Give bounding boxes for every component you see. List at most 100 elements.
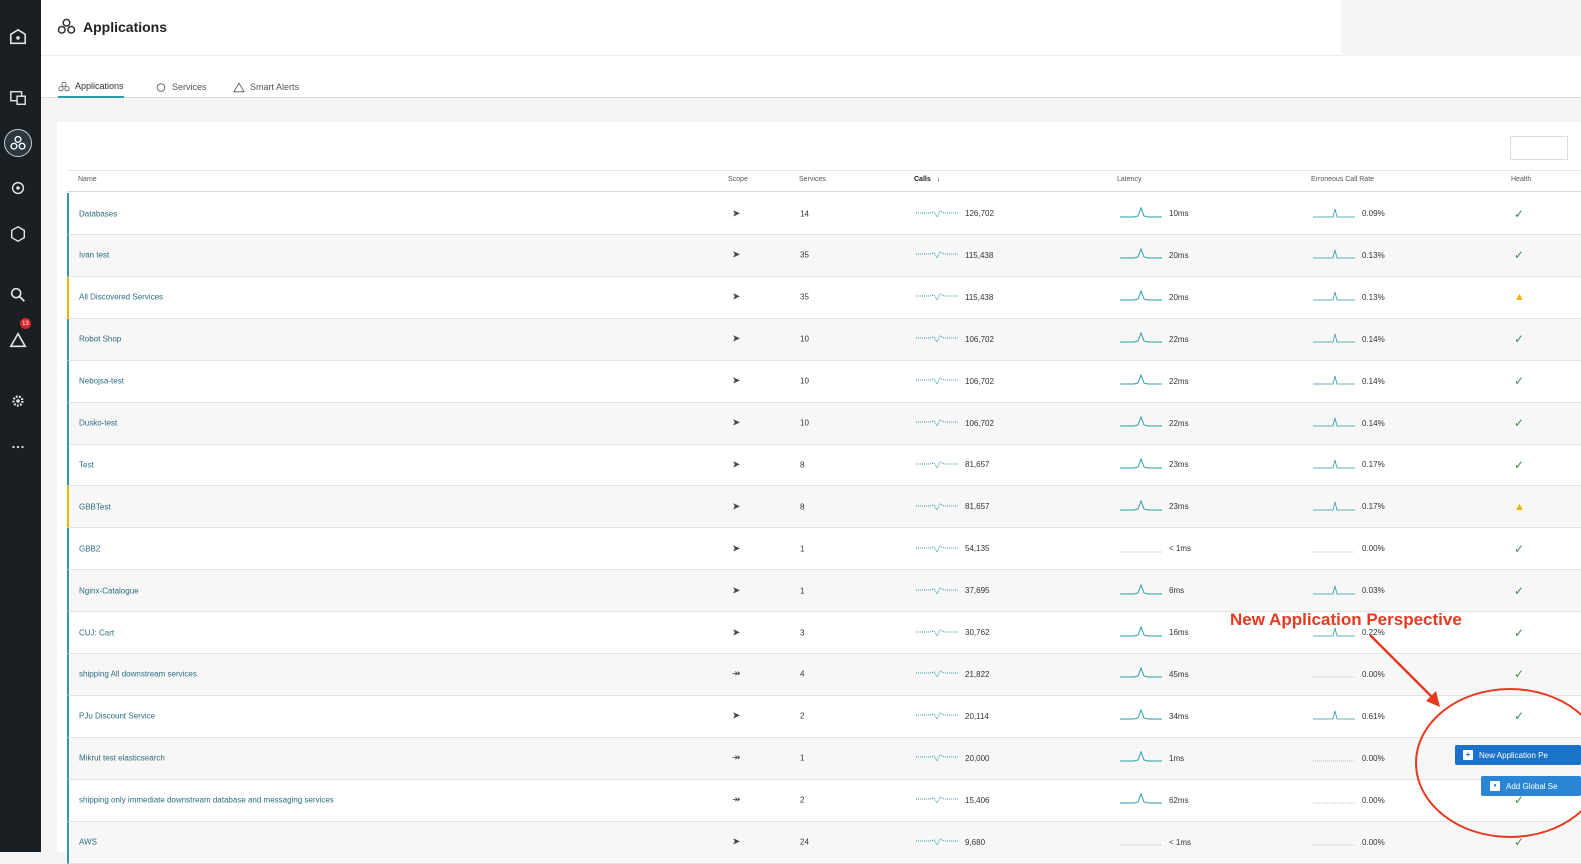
table-row[interactable]: GBB2 ➤ 1 54,135 < 1ms 0.00% ✓ xyxy=(67,528,1581,571)
row-calls: 20,114 xyxy=(916,709,989,723)
table-row[interactable]: Mikrut test elasticsearch ↠ 1 20,000 1ms 0.00… xyxy=(67,737,1581,780)
table-row[interactable]: Test ➤ 8 81,657 23ms 0.17% ✓ xyxy=(67,444,1581,487)
table-row[interactable]: Nebojsa-test ➤ 10 106,702 22ms 0.14% ✓ xyxy=(67,360,1581,403)
error-value: 0.14% xyxy=(1362,334,1385,344)
row-error-rate: 0.14% xyxy=(1313,374,1385,388)
table-row[interactable]: Ivan test ➤ 35 115,438 20ms 0.13% ✓ xyxy=(67,234,1581,277)
tab-applications[interactable]: Applications xyxy=(58,76,124,98)
row-name-link[interactable]: CUJ: Cart xyxy=(79,628,114,637)
col-services[interactable]: Services xyxy=(799,176,826,183)
tab-smart-alerts[interactable]: Smart Alerts xyxy=(233,76,299,98)
table-row[interactable]: GBBTest ➤ 8 81,657 23ms 0.17% ▲ xyxy=(67,486,1581,529)
col-health[interactable]: Health xyxy=(1511,176,1531,183)
error-value: 0.61% xyxy=(1362,711,1385,721)
new-application-perspective-button[interactable]: + New Application Pe xyxy=(1455,745,1581,765)
col-erroneous[interactable]: Erroneous Call Rate xyxy=(1311,176,1374,183)
scope-upstream-icon: ➤ xyxy=(732,710,741,722)
row-calls: 115,438 xyxy=(916,248,993,262)
events-icon[interactable] xyxy=(8,330,28,350)
error-value: 0.00% xyxy=(1362,544,1385,554)
row-name-link[interactable]: Mikrut test elasticsearch xyxy=(79,754,165,763)
row-services: 1 xyxy=(800,753,805,763)
infrastructure-icon[interactable] xyxy=(8,88,28,108)
row-name-link[interactable]: All Discovered Services xyxy=(79,293,163,302)
col-calls[interactable]: Calls ↓ xyxy=(914,176,940,183)
calls-sparkline xyxy=(916,458,958,472)
row-name-link[interactable]: Dusko-test xyxy=(79,419,117,428)
error-sparkline xyxy=(1313,793,1355,807)
add-global-service-button[interactable]: • Add Global Se xyxy=(1481,776,1581,796)
more-icon[interactable] xyxy=(8,437,28,457)
latency-sparkline xyxy=(1120,835,1162,849)
latency-sparkline xyxy=(1120,583,1162,598)
filter-box[interactable] xyxy=(1510,136,1568,160)
latency-value: 20ms xyxy=(1169,250,1189,260)
calls-value: 30,762 xyxy=(965,628,990,637)
row-services: 14 xyxy=(800,209,809,218)
col-latency[interactable]: Latency xyxy=(1117,176,1142,183)
analytics-icon[interactable] xyxy=(8,285,28,305)
row-services: 2 xyxy=(800,795,805,805)
error-value: 0.00% xyxy=(1362,837,1385,847)
scope-downstream-icon: ↠ xyxy=(732,752,741,764)
row-name-link[interactable]: Ivan test xyxy=(79,251,109,260)
row-name-link[interactable]: Nginx-Catalogue xyxy=(79,586,139,595)
row-services: 1 xyxy=(800,544,805,554)
row-name-link[interactable]: Test xyxy=(79,460,94,469)
latency-value: 23ms xyxy=(1169,460,1189,470)
col-name[interactable]: Name xyxy=(78,176,97,183)
applications-icon[interactable] xyxy=(4,129,32,157)
platforms-icon[interactable] xyxy=(8,178,28,198)
row-name-link[interactable]: Databases xyxy=(79,209,117,218)
row-name-link[interactable]: shipping All downstream services xyxy=(79,670,197,679)
calls-value: 9,680 xyxy=(965,837,986,847)
table-row[interactable]: Dusko-test ➤ 10 106,702 22ms 0.14% ✓ xyxy=(67,402,1581,445)
row-error-rate: 0.00% xyxy=(1313,751,1385,765)
tab-bar: Applications Services Smart Alerts xyxy=(41,56,1581,98)
checkmark-icon: ✓ xyxy=(1514,457,1525,472)
latency-sparkline xyxy=(1120,792,1162,807)
calls-value: 81,657 xyxy=(965,460,990,470)
row-name-link[interactable]: Robot Shop xyxy=(79,335,121,344)
calls-sparkline xyxy=(916,374,958,388)
row-error-rate: 0.17% xyxy=(1313,458,1385,472)
row-name-link[interactable]: PJu Discount Service xyxy=(79,712,155,721)
calls-value: 37,695 xyxy=(965,586,990,596)
row-name-link[interactable]: shipping only immediate downstream datab… xyxy=(79,796,334,805)
tab-services[interactable]: Services xyxy=(155,76,207,98)
table-row[interactable]: Robot Shop ➤ 10 106,702 22ms 0.14% ✓ xyxy=(67,318,1581,361)
plus-icon: + xyxy=(1463,750,1473,760)
calls-value: 21,822 xyxy=(965,669,990,679)
table-row[interactable]: Nginx-Catalogue ➤ 1 37,695 6ms 0.03% ✓ xyxy=(67,570,1581,613)
row-error-rate: 0.17% xyxy=(1313,500,1385,514)
table-row[interactable]: shipping only immediate downstream datab… xyxy=(67,779,1581,822)
services-icon xyxy=(156,82,166,92)
table-row[interactable]: PJu Discount Service ➤ 2 20,114 34ms 0.61% ✓ xyxy=(67,695,1581,738)
scope-upstream-icon: ➤ xyxy=(732,627,741,638)
settings-icon[interactable] xyxy=(8,391,28,411)
calls-sparkline xyxy=(916,248,958,262)
row-error-rate: 0.13% xyxy=(1313,290,1385,304)
checkmark-icon: ✓ xyxy=(1514,667,1525,682)
error-sparkline xyxy=(1313,751,1355,765)
row-name-link[interactable]: GBBTest xyxy=(79,502,111,511)
row-services: 4 xyxy=(800,669,805,679)
table-row[interactable]: AWS ➤ 24 9,680 < 1ms 0.00% ✓ xyxy=(67,821,1581,864)
col-scope[interactable]: Scope xyxy=(728,176,748,183)
top-header: Applications xyxy=(41,0,1341,56)
button-label: New Application Pe xyxy=(1479,750,1548,760)
home-icon[interactable] xyxy=(8,27,28,47)
row-calls: 37,695 xyxy=(916,584,989,598)
row-calls: 81,657 xyxy=(916,458,989,472)
latency-value: 34ms xyxy=(1169,711,1189,721)
table-row[interactable]: Databases ➤ 14 126,702 10ms 0.09% ✓ xyxy=(67,193,1581,235)
scope-upstream-icon: ➤ xyxy=(732,459,741,471)
websites-icon[interactable] xyxy=(8,224,28,244)
error-sparkline xyxy=(1313,835,1355,849)
table-row[interactable]: All Discovered Services ➤ 35 115,438 20ms 0.1… xyxy=(67,276,1581,319)
row-name-link[interactable]: GBB2 xyxy=(79,544,100,553)
row-name-link[interactable]: Nebojsa-test xyxy=(79,377,124,386)
table-row[interactable]: shipping All downstream services ↠ 4 21,822… xyxy=(67,653,1581,696)
alert-triangle-icon xyxy=(233,81,245,92)
row-name-link[interactable]: AWS xyxy=(79,838,97,847)
